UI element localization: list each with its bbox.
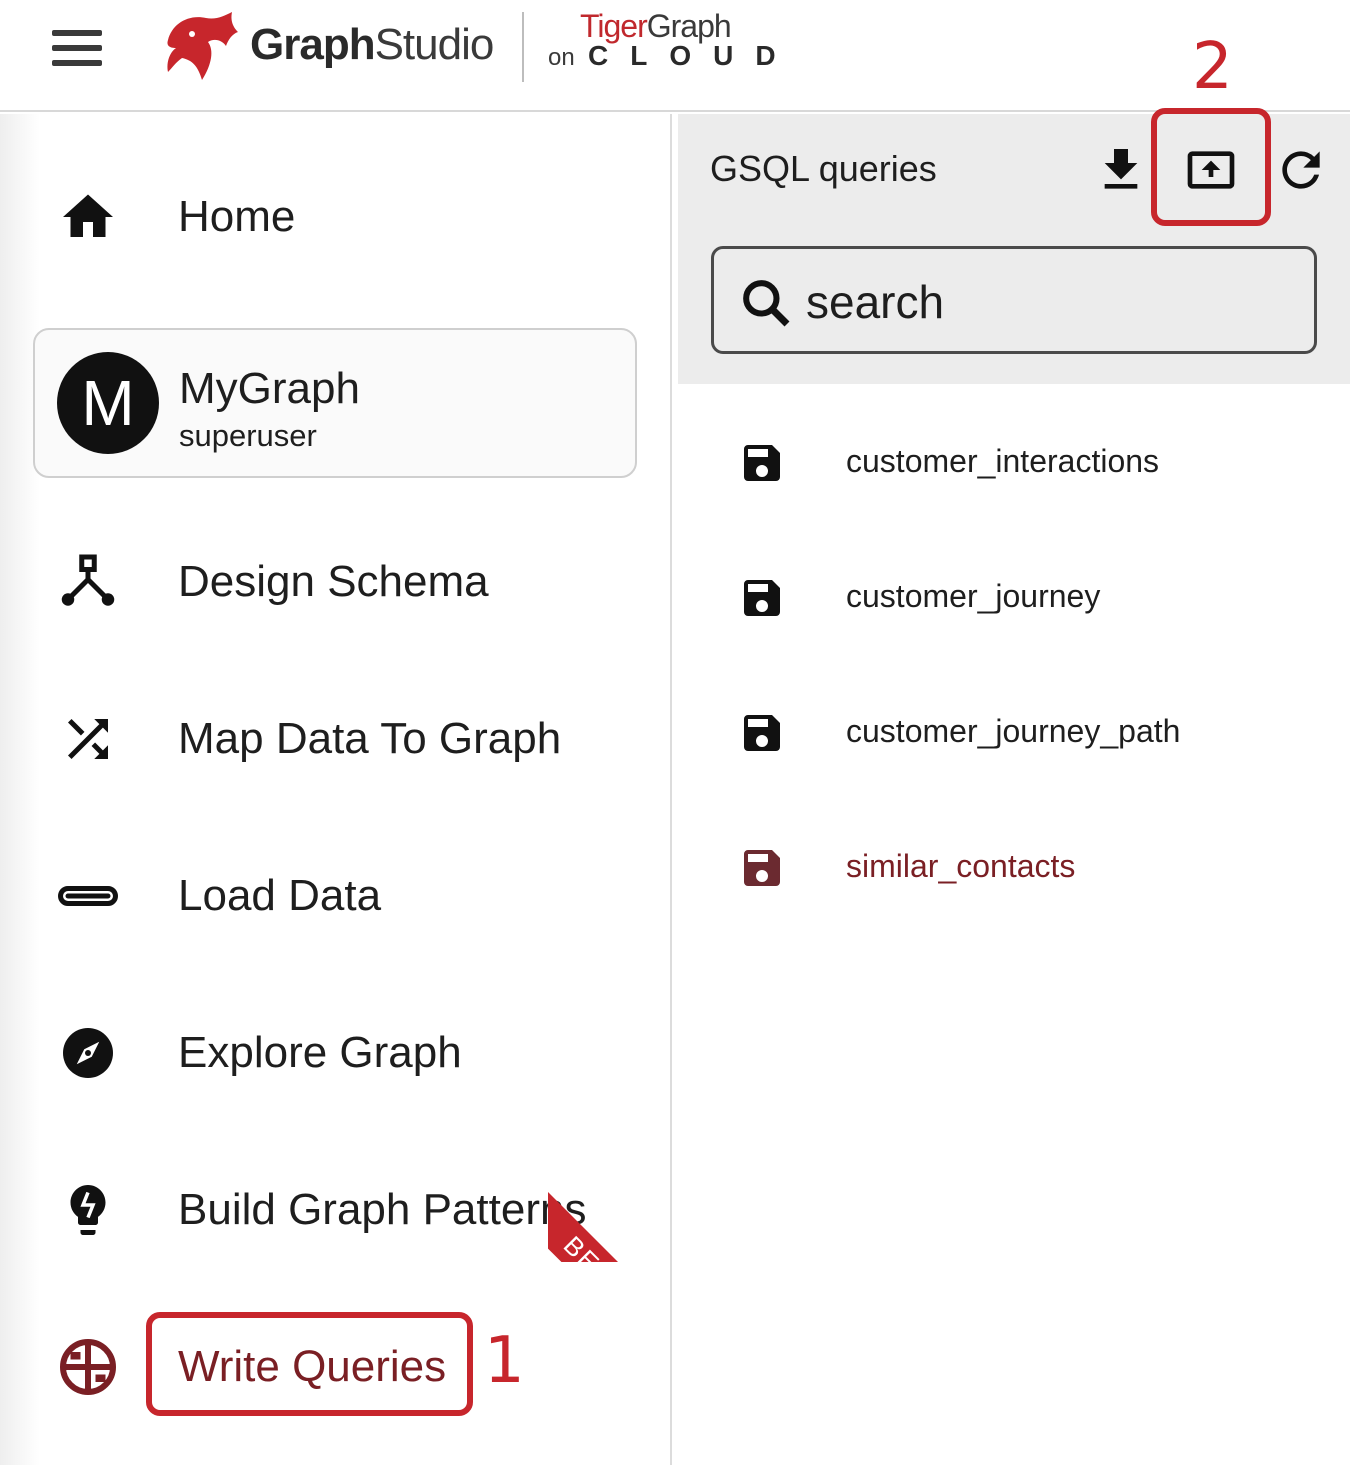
brand-on-text: on [548,44,575,71]
sidebar-item-label: Home [178,192,296,241]
sidebar-item-label: Explore Graph [178,1028,462,1077]
sidebar-item-home[interactable]: Home [0,162,672,272]
avatar: M [57,352,159,454]
beta-badge: BETA [548,1144,666,1262]
graph-selector[interactable]: M MyGraph superuser [33,328,637,478]
sidebar-item-label: Design Schema [178,557,489,606]
save-icon [744,580,780,616]
schema-icon [61,554,115,606]
sidebar-item-design-schema[interactable]: Design Schema [0,527,672,637]
query-name: customer_journey [846,578,1101,614]
step2-highlight [1151,108,1271,226]
save-icon [744,715,780,751]
save-icon [744,850,780,886]
sidebar-item-load-data[interactable]: Load Data [0,841,672,951]
logo-divider [522,12,524,82]
shuffle-icon [68,719,108,759]
sidebar-item-explore-graph[interactable]: Explore Graph [0,998,672,1108]
step1-highlight [146,1312,473,1416]
query-name: customer_journey_path [846,713,1181,749]
top-bar: GraphStudio TigerGraph on CLOUD [0,0,1350,112]
lightbulb-icon [70,1185,106,1235]
menu-icon[interactable] [52,28,102,68]
panel-title: GSQL queries [710,148,937,189]
search-input[interactable] [806,267,1286,337]
query-item[interactable]: customer_journey [678,548,1350,648]
sidebar: Home M MyGraph superuser Design Schema M… [0,114,672,1465]
query-item-selected[interactable]: similar_contacts [678,818,1350,918]
graph-name: MyGraph [179,364,360,413]
query-name: customer_interactions [846,443,1160,479]
step2-annotation: 2 [1192,30,1233,104]
step1-annotation: 1 [484,1324,525,1398]
graph-role: superuser [179,418,317,453]
home-icon [63,194,113,237]
save-icon [744,445,780,481]
progress-bar-icon [58,886,118,906]
query-item[interactable]: customer_journey_path [678,683,1350,783]
sidebar-item-label: Load Data [178,871,382,920]
sidebar-item-label: Build Graph Patterns [178,1185,587,1234]
query-name: similar_contacts [846,848,1076,884]
app-name: GraphStudio [250,20,494,69]
download-icon[interactable] [1093,142,1149,198]
sidebar-item-label: Map Data To Graph [178,714,562,763]
sidebar-item-map-data[interactable]: Map Data To Graph [0,684,672,794]
brand-cloud-text: CLOUD [588,40,798,71]
query-item[interactable]: customer_interactions [678,413,1350,513]
queries-panel-header: GSQL queries [678,108,1350,384]
compass-icon [63,1028,113,1078]
search-field[interactable] [711,246,1317,354]
refresh-icon[interactable] [1273,142,1329,198]
search-icon [743,280,790,327]
queries-icon [60,1339,116,1395]
tiger-logo-icon [167,12,238,80]
